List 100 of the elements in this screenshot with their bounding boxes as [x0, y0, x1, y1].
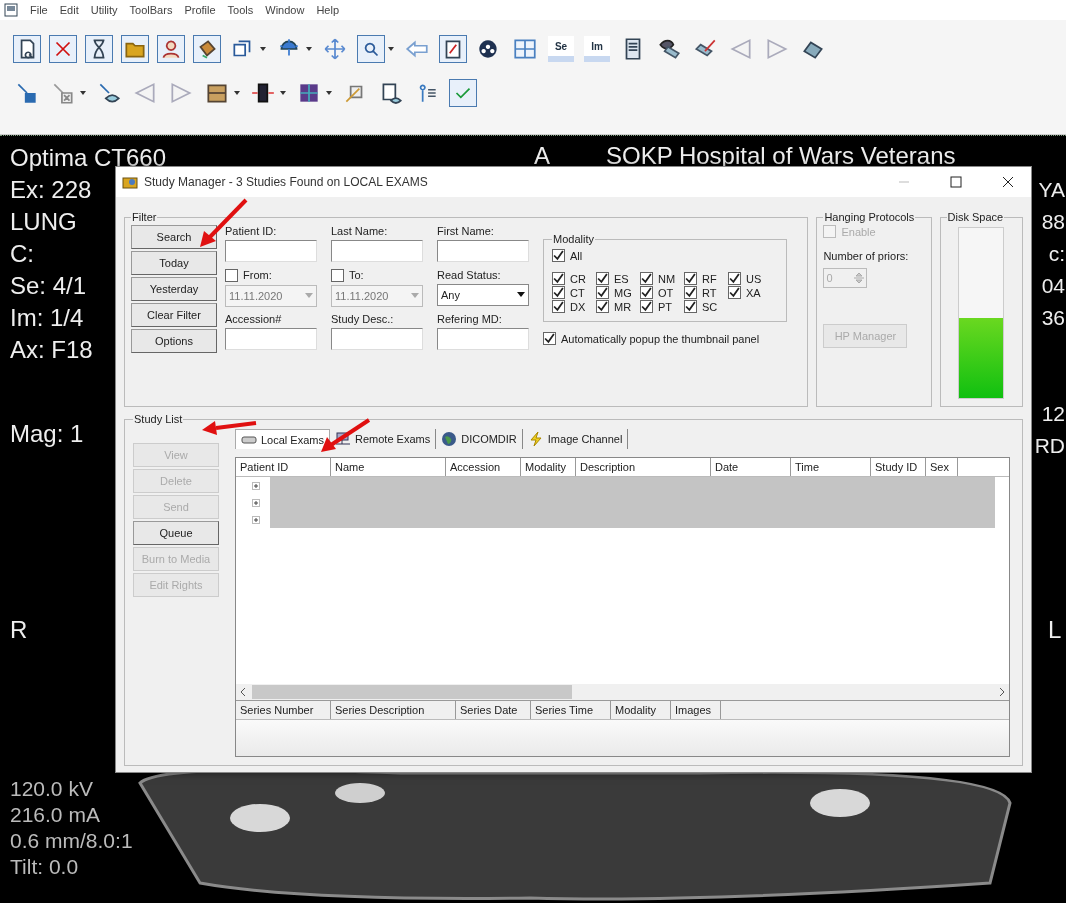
expand-icon[interactable] [252, 515, 260, 524]
checkbox[interactable] [552, 272, 565, 285]
column-header[interactable]: Date [711, 458, 791, 476]
caret-icon[interactable] [517, 292, 525, 298]
menu-item[interactable]: Help [316, 4, 339, 16]
scroll-right-icon[interactable] [999, 688, 1005, 696]
grid-icon[interactable] [512, 36, 538, 62]
checkbox[interactable] [640, 286, 653, 299]
column-header[interactable]: Patient ID [236, 458, 331, 476]
column-header[interactable]: Study ID [871, 458, 926, 476]
menu-item[interactable]: Utility [90, 4, 118, 16]
folder-icon[interactable] [122, 36, 148, 62]
checkbox-label: Automatically popup the thumbnail panel [561, 332, 760, 345]
column-header[interactable]: Modality [611, 701, 671, 719]
overlay-text: SOKP Hospital of Wars Veterans [606, 141, 956, 171]
menu-item[interactable]: ToolBars [129, 4, 173, 16]
checkbox[interactable] [640, 300, 653, 313]
caret-icon[interactable] [280, 91, 286, 95]
document-search-icon[interactable] [14, 36, 40, 62]
tab[interactable]: DICOMDIR [436, 429, 523, 449]
column-header[interactable]: Sex [926, 458, 958, 476]
input-field[interactable] [225, 328, 317, 351]
scroll-left-icon[interactable] [240, 688, 246, 696]
clipboard-icon[interactable] [440, 36, 466, 62]
tab[interactable]: Image Channel [522, 429, 629, 449]
menu-item[interactable]: Tools [227, 4, 254, 16]
checkbox-label: From: [243, 269, 272, 282]
expand-icon[interactable] [252, 498, 260, 507]
checkbox[interactable] [331, 268, 344, 282]
input-field[interactable] [331, 240, 423, 262]
checkbox[interactable] [684, 272, 697, 285]
checkbox[interactable] [596, 286, 609, 299]
move-icon[interactable] [322, 36, 348, 62]
caret-icon[interactable] [260, 47, 266, 51]
caret-icon[interactable] [306, 47, 312, 51]
filter-button[interactable]: Clear Filter [131, 303, 217, 327]
input-field[interactable] [437, 240, 529, 262]
column-header[interactable]: Accession [446, 458, 521, 476]
caret-icon[interactable] [326, 91, 332, 95]
paint-pot-icon[interactable] [194, 36, 220, 62]
app-icon [4, 3, 18, 17]
annotation-arrow [202, 421, 257, 435]
overlay-text: 216.0 mA [10, 802, 100, 828]
hourglass-icon[interactable] [86, 36, 112, 62]
horizontal-scrollbar[interactable] [236, 684, 1009, 700]
checkbox[interactable] [728, 286, 741, 299]
column-header[interactable]: Description [576, 458, 711, 476]
menu-item[interactable]: File [30, 4, 48, 16]
orientation-label: L [1048, 615, 1062, 645]
study-button[interactable]: Queue [133, 521, 219, 545]
device-icon[interactable] [250, 80, 276, 106]
input-field[interactable] [437, 328, 529, 351]
menu-item[interactable]: Edit [59, 4, 79, 16]
filter-button[interactable]: Search [131, 225, 217, 249]
field-label: Accession# [225, 313, 283, 326]
date-field[interactable]: 11.11.2020 [331, 284, 423, 307]
check-icon[interactable] [450, 80, 476, 106]
checkbox[interactable] [684, 300, 697, 313]
column-header[interactable]: Name [331, 458, 446, 476]
zoom-icon[interactable] [358, 36, 384, 62]
person-icon[interactable] [158, 36, 184, 62]
series-button[interactable]: Se [548, 36, 574, 62]
field-label: Read Status: [437, 268, 502, 281]
checkbox[interactable] [552, 286, 565, 299]
close-icon[interactable] [50, 36, 76, 62]
checkbox[interactable] [596, 272, 609, 285]
checkbox[interactable] [728, 272, 741, 285]
input-field[interactable] [225, 240, 317, 262]
column-header[interactable]: Modality [521, 458, 576, 476]
column-header[interactable]: Series Number [236, 701, 331, 719]
caret-icon[interactable] [80, 91, 86, 95]
image-button[interactable]: Im [584, 36, 610, 62]
checkbox[interactable] [684, 286, 697, 299]
tab[interactable]: Local Exams [235, 429, 330, 449]
overlay-text: 120.0 kV [10, 776, 93, 802]
checkbox[interactable] [552, 249, 565, 262]
dropdown[interactable]: Any [437, 283, 529, 306]
filter-button[interactable]: Yesterday [131, 277, 217, 301]
caret-icon[interactable] [234, 91, 240, 95]
checkbox[interactable] [543, 332, 556, 345]
filter-button[interactable]: Today [131, 251, 217, 275]
menu-item[interactable]: Window [265, 4, 305, 16]
checkbox[interactable] [596, 300, 609, 313]
filter-button[interactable]: Options [131, 329, 217, 353]
checkbox-label: All [570, 249, 583, 262]
column-header[interactable]: Images [671, 701, 721, 719]
overlay-text: 04 [1041, 273, 1065, 299]
expand-icon[interactable] [252, 481, 260, 490]
checkbox[interactable] [225, 268, 238, 282]
checkbox[interactable] [640, 272, 653, 285]
menu-item[interactable]: Profile [184, 4, 216, 16]
column-header[interactable]: Time [791, 458, 871, 476]
column-header[interactable]: Series Time [531, 701, 611, 719]
checkbox-label: CR [570, 272, 586, 285]
checkbox[interactable] [552, 300, 565, 313]
input-field[interactable] [331, 328, 423, 351]
date-field[interactable]: 11.11.2020 [225, 284, 317, 307]
caret-icon[interactable] [388, 47, 394, 51]
column-header[interactable]: Series Description [331, 701, 456, 719]
column-header[interactable]: Series Date [456, 701, 531, 719]
